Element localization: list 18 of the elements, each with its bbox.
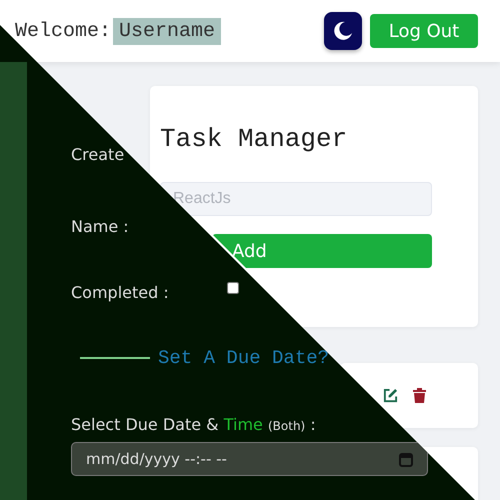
trash-icon[interactable] — [413, 388, 426, 403]
theme-toggle-button[interactable] — [324, 12, 362, 50]
edit-icon[interactable] — [383, 388, 398, 403]
name-input[interactable]: ReactJs — [160, 182, 432, 216]
logout-button[interactable]: Log Out — [370, 14, 478, 48]
moon-icon — [333, 21, 353, 41]
completed-label: Completed : — [71, 283, 169, 303]
created-label: Create — [71, 145, 124, 165]
name-label: Name : — [71, 217, 129, 237]
due-date-label: Select Due Date & Time (Both) : — [71, 415, 316, 436]
due-date-field[interactable]: mm/dd/yyyy --:-- -- — [71, 442, 428, 476]
add-button[interactable]: Add — [212, 234, 432, 268]
date-input[interactable]: mm/dd/yyyy --:-- -- — [86, 450, 399, 468]
form-title: Task Manager — [160, 124, 348, 154]
username: Username — [113, 18, 222, 44]
completed-checkbox[interactable] — [226, 282, 239, 294]
welcome-label: Welcome: — [15, 20, 112, 42]
due-date-heading: Set A Due Date? — [158, 347, 330, 369]
